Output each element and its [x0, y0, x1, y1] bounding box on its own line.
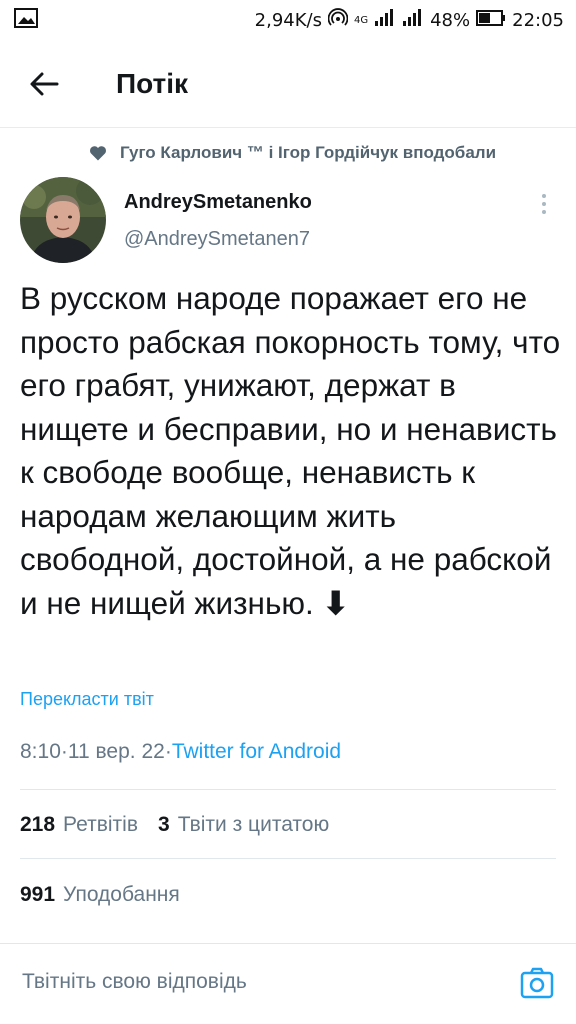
retweets-label: Ретвітів: [63, 813, 138, 836]
meta-separator: ·: [60, 740, 68, 763]
divider: [20, 858, 556, 859]
likes-count: 991: [20, 883, 56, 906]
hotspot-icon: [327, 7, 349, 33]
author-handle[interactable]: @AndreySmetanen7: [124, 228, 310, 251]
camera-button[interactable]: [520, 966, 554, 1000]
signal-icon-2: [402, 8, 424, 32]
tweet-meta: 8:10 · 11 вер. 22 · Twitter for Android: [20, 740, 341, 764]
network-type: 4G: [353, 14, 369, 26]
camera-icon: [520, 967, 554, 999]
more-options-button[interactable]: [530, 188, 558, 220]
reply-bar: Твітніть свою відповідь: [0, 943, 576, 1024]
quotes-count: 3: [158, 813, 170, 836]
more-dot-icon: [542, 194, 546, 198]
back-button[interactable]: [14, 54, 74, 114]
quotes-label: Твіти з цитатою: [177, 813, 330, 836]
likes-stat[interactable]: 991 Уподобання: [20, 883, 180, 907]
social-context[interactable]: Гуго Карлович ™ і Ігор Гордійчук вподоба…: [88, 143, 496, 163]
retweets-count: 218: [20, 813, 56, 836]
heart-icon: [89, 146, 107, 161]
network-speed: 2,94K/s: [254, 9, 322, 31]
likes-stats: 991 Уподобання: [20, 883, 180, 907]
more-dot-icon: [542, 210, 546, 214]
tweet-source-link[interactable]: Twitter for Android: [172, 740, 341, 764]
avatar[interactable]: [20, 177, 106, 263]
tweet-time: 8:10: [20, 740, 61, 763]
battery-icon: [476, 9, 506, 31]
retweets-stat[interactable]: 218 Ретвітів: [20, 813, 138, 837]
retweet-stats: 218 Ретвітів 3 Твіти з цитатою: [20, 813, 329, 837]
more-dot-icon: [542, 202, 546, 206]
tweet-date: 11 вер. 22: [67, 740, 165, 763]
divider: [20, 789, 556, 790]
author-name[interactable]: AndreySmetanenko: [124, 191, 312, 214]
signal-icon: [374, 8, 396, 32]
reply-input[interactable]: Твітніть свою відповідь: [22, 970, 247, 994]
arrow-left-icon: [30, 72, 59, 95]
likes-label: Уподобання: [63, 883, 180, 906]
status-bar: 2,94K/s 4G 48% 22:05: [0, 0, 576, 40]
down-arrow-emoji: ⬇: [322, 584, 349, 621]
gallery-icon: [14, 7, 38, 33]
tweet-body: В русском народе поражает его не просто …: [20, 280, 569, 621]
page-title: Потік: [116, 67, 189, 99]
top-app-bar: Потік: [0, 40, 576, 128]
social-context-text: Гуго Карлович ™ і Ігор Гордійчук вподоба…: [120, 143, 497, 162]
translate-tweet-link[interactable]: Перекласти твіт: [20, 689, 154, 710]
clock: 22:05: [512, 9, 564, 31]
quotes-stat[interactable]: 3 Твіти з цитатою: [158, 813, 329, 837]
tweet-text: В русском народе поражает его не просто …: [20, 277, 565, 625]
meta-separator: ·: [164, 740, 172, 763]
battery-percent: 48%: [430, 9, 471, 31]
